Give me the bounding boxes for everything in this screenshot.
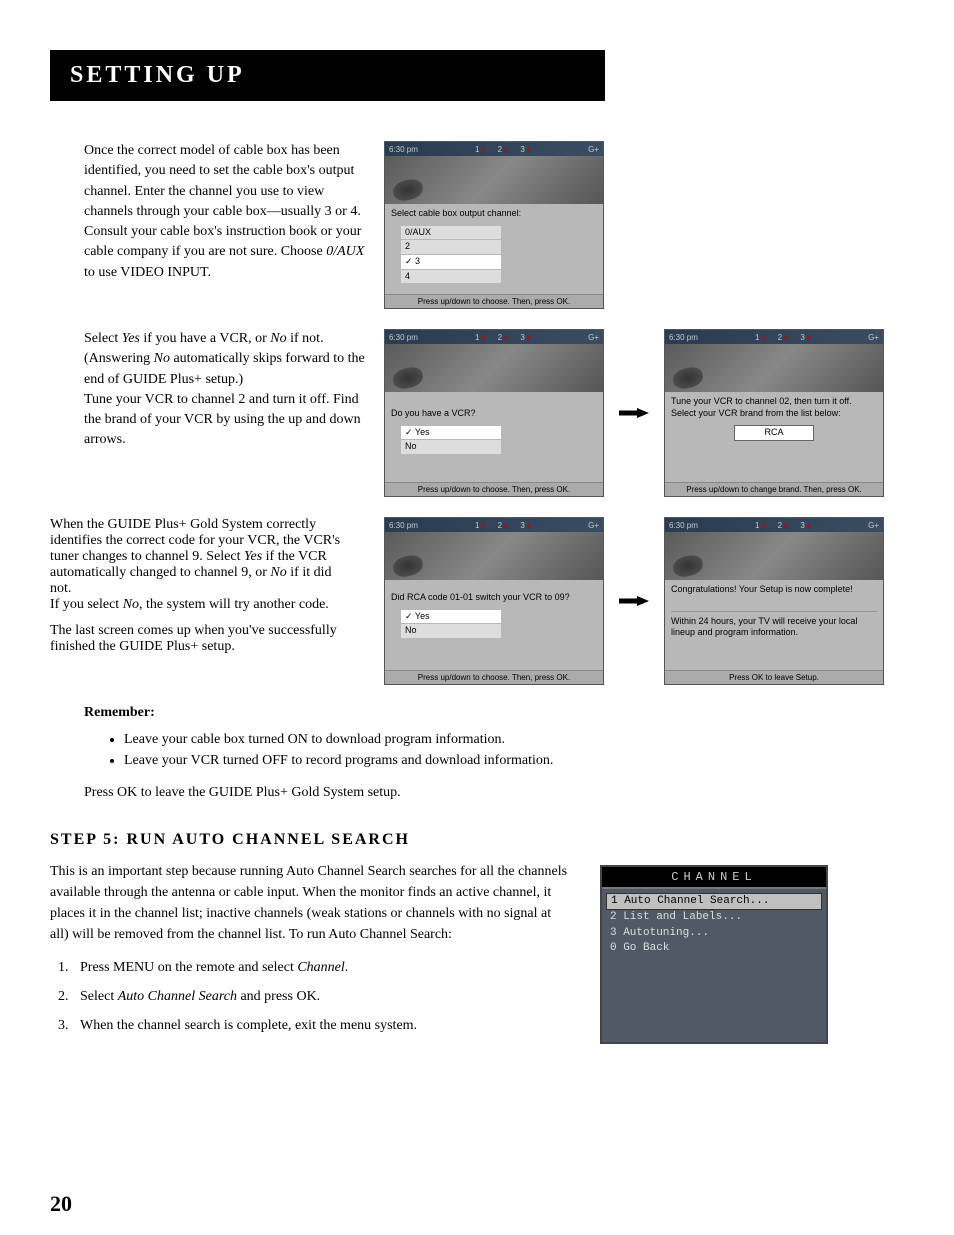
step5-list: Press MENU on the remote and select Chan…: [72, 957, 570, 1036]
step5-heading: Step 5: Run Auto Channel Search: [50, 831, 904, 849]
screen3b-line2: Within 24 hours, your TV will receive yo…: [671, 616, 877, 639]
step5-item-3: When the channel search is complete, exi…: [72, 1015, 570, 1036]
screen3a-prompt: Did RCA code 01-01 switch your VCR to 09…: [391, 592, 597, 604]
remember-item-2: Leave your VCR turned OFF to record prog…: [124, 750, 904, 771]
screen2a-prompt: Do you have a VCR?: [391, 408, 597, 420]
opt-no2: No: [401, 624, 501, 638]
page-title: Setting Up: [70, 62, 585, 89]
s1-aux-after: to use VIDEO INPUT.: [84, 265, 211, 280]
section1-text: Once the correct model of cable box has …: [84, 141, 384, 283]
channel-menu-item-list-labels: 2 List and Labels...: [610, 910, 818, 925]
section2-p2: Tune your VCR to channel 2 and turn it o…: [84, 390, 369, 451]
screen3b-line1: Congratulations! Your Setup is now compl…: [671, 584, 877, 596]
step5-item-1: Press MENU on the remote and select Chan…: [72, 957, 570, 978]
s1-aux: 0/AUX: [326, 244, 364, 259]
channel-menu-header: CHANNEL: [602, 867, 826, 889]
opt-3-selected: 3: [401, 255, 501, 269]
channel-menu-item-go-back: 0 Go Back: [610, 941, 818, 956]
step5-item-2: Select Auto Channel Search and press OK.: [72, 986, 570, 1007]
remember-list: Leave your cable box turned ON to downlo…: [124, 729, 904, 771]
opt-2: 2: [401, 240, 501, 254]
tv-time: 6:30 pm: [389, 145, 418, 154]
channel-menu-item-auto-search: 1 Auto Channel Search...: [606, 893, 822, 910]
press-ok-text: Press OK to leave the GUIDE Plus+ Gold S…: [84, 785, 904, 801]
s1-para: Once the correct model of cable box has …: [84, 143, 361, 259]
screen2b-footer: Press up/down to change brand. Then, pre…: [665, 482, 883, 496]
brand-rca: RCA: [734, 425, 814, 441]
section2-text: Select Yes if you have a VCR, or No if n…: [84, 329, 384, 451]
section3-text: When the GUIDE Plus+ Gold System correct…: [50, 517, 360, 655]
opt-yes2: Yes: [401, 610, 501, 624]
tv-video-thumb: [385, 156, 603, 204]
screen2a-footer: Press up/down to choose. Then, press OK.: [385, 482, 603, 496]
screen1-footer: Press up/down to choose. Then, press OK.: [385, 294, 603, 308]
tv-screen-vcr-brand: 6:30 pm123G+ Tune your VCR to channel 02…: [664, 329, 884, 497]
tv-screen-vcr-question: 6:30 pm123G+ Do you have a VCR? Yes No P…: [384, 329, 604, 497]
screen1-prompt: Select cable box output channel:: [391, 208, 597, 220]
tv-brand: G+: [588, 145, 599, 154]
section3-p3: The last screen comes up when you've suc…: [50, 623, 348, 655]
channel-menu: CHANNEL 1 Auto Channel Search... 2 List …: [600, 865, 828, 1044]
tv-screen-congrats: 6:30 pm123G+ Congratulations! Your Setup…: [664, 517, 884, 685]
page-number: 20: [50, 1191, 72, 1217]
step5-text: This is an important step because runnin…: [50, 861, 570, 1044]
opt-4: 4: [401, 270, 501, 284]
arrow-right-icon: [619, 596, 649, 606]
opt-0aux: 0/AUX: [401, 226, 501, 240]
remember-item-1: Leave your cable box turned ON to downlo…: [124, 729, 904, 750]
tv-screen-output-channel: 6:30 pm 123 G+ Select cable box output c…: [384, 141, 604, 309]
opt-no: No: [401, 440, 501, 454]
remember-label: Remember:: [84, 705, 904, 721]
screen3b-footer: Press OK to leave Setup.: [665, 670, 883, 684]
tv-screen-code-switch: 6:30 pm123G+ Did RCA code 01-01 switch y…: [384, 517, 604, 685]
step5-para: This is an important step because runnin…: [50, 861, 570, 945]
screen2b-prompt: Tune your VCR to channel 02, then turn i…: [671, 396, 877, 419]
channel-menu-item-autotuning: 3 Autotuning...: [610, 926, 818, 941]
screen3a-footer: Press up/down to choose. Then, press OK.: [385, 670, 603, 684]
opt-yes: Yes: [401, 426, 501, 440]
arrow-right-icon: [619, 408, 649, 418]
page-header: Setting Up: [50, 50, 605, 101]
